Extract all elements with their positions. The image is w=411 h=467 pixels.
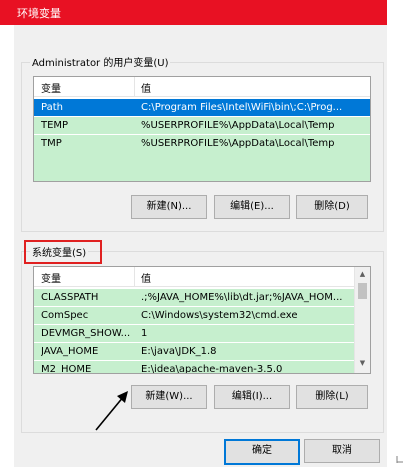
list-empty-area xyxy=(34,152,370,181)
row-value: E:\idea\apache-maven-3.5.0 xyxy=(141,364,283,374)
user-vars-header: 变量 值 xyxy=(34,77,370,97)
row-value: E:\java\JDK_1.8 xyxy=(141,346,217,357)
system-vars-header: 变量 值 xyxy=(34,267,370,287)
table-row[interactable]: TMP %USERPROFILE%\AppData\Local\Temp xyxy=(34,135,370,152)
row-name: ComSpec xyxy=(41,310,89,321)
row-name: CLASSPATH xyxy=(41,292,99,303)
chevron-up-icon[interactable]: ▲ xyxy=(355,267,370,282)
row-name: TEMP xyxy=(41,120,69,131)
column-divider[interactable] xyxy=(134,267,135,286)
table-row[interactable]: CLASSPATH .;%JAVA_HOME%\lib\dt.jar;%JAVA… xyxy=(34,289,370,306)
chevron-down-icon[interactable]: ▼ xyxy=(355,356,370,371)
table-row[interactable]: Path C:\Program Files\Intel\WiFi\bin\;C:… xyxy=(34,99,370,116)
row-name: TMP xyxy=(41,138,62,149)
column-header-value[interactable]: 值 xyxy=(141,270,151,285)
table-row[interactable]: DEVMGR_SHOW... 1 xyxy=(34,325,370,342)
user-vars-list[interactable]: 变量 值 Path C:\Program Files\Intel\WiFi\bi… xyxy=(33,76,371,182)
user-vars-group-label: Administrator 的用户变量(U) xyxy=(30,54,171,69)
cancel-button[interactable]: 取消 xyxy=(304,439,380,463)
row-value: C:\Windows\system32\cmd.exe xyxy=(141,310,298,321)
row-name: M2_HOME xyxy=(41,364,92,374)
scrollbar-thumb[interactable] xyxy=(358,283,367,299)
title-bar[interactable]: 环境变量 xyxy=(0,0,387,25)
column-header-variable[interactable]: 变量 xyxy=(41,270,61,285)
column-divider[interactable] xyxy=(134,77,135,96)
row-name: JAVA_HOME xyxy=(41,346,99,357)
vertical-scrollbar[interactable]: ▲ ▼ xyxy=(354,267,370,373)
user-new-button[interactable]: 新建(N)... xyxy=(131,195,207,219)
system-edit-button[interactable]: 编辑(I)... xyxy=(214,385,290,409)
column-header-value[interactable]: 值 xyxy=(141,80,151,95)
table-row[interactable]: TEMP %USERPROFILE%\AppData\Local\Temp xyxy=(34,117,370,134)
row-value: %USERPROFILE%\AppData\Local\Temp xyxy=(141,120,335,131)
ok-button[interactable]: 确定 xyxy=(224,439,300,465)
row-value: C:\Program Files\Intel\WiFi\bin\;C:\Prog… xyxy=(141,102,343,113)
system-delete-button[interactable]: 删除(L) xyxy=(296,385,368,409)
row-value: .;%JAVA_HOME%\lib\dt.jar;%JAVA_HOM... xyxy=(141,292,343,303)
column-header-variable[interactable]: 变量 xyxy=(41,80,61,95)
system-new-button[interactable]: 新建(W)... xyxy=(131,385,207,409)
row-name: DEVMGR_SHOW... xyxy=(41,328,131,339)
table-row[interactable]: M2_HOME E:\idea\apache-maven-3.5.0 xyxy=(34,361,370,374)
table-row[interactable]: ComSpec C:\Windows\system32\cmd.exe xyxy=(34,307,370,324)
system-vars-list[interactable]: 变量 值 CLASSPATH .;%JAVA_HOME%\lib\dt.jar;… xyxy=(33,266,371,374)
annotation-highlight-box xyxy=(24,240,102,264)
user-edit-button[interactable]: 编辑(E)... xyxy=(214,195,290,219)
row-value: %USERPROFILE%\AppData\Local\Temp xyxy=(141,138,335,149)
resize-grip-icon[interactable] xyxy=(396,455,404,463)
arrow-icon xyxy=(95,391,128,431)
row-name: Path xyxy=(41,102,63,113)
table-row[interactable]: JAVA_HOME E:\java\JDK_1.8 xyxy=(34,343,370,360)
window-title: 环境变量 xyxy=(17,7,61,20)
user-delete-button[interactable]: 删除(D) xyxy=(296,195,368,219)
row-value: 1 xyxy=(141,328,148,339)
